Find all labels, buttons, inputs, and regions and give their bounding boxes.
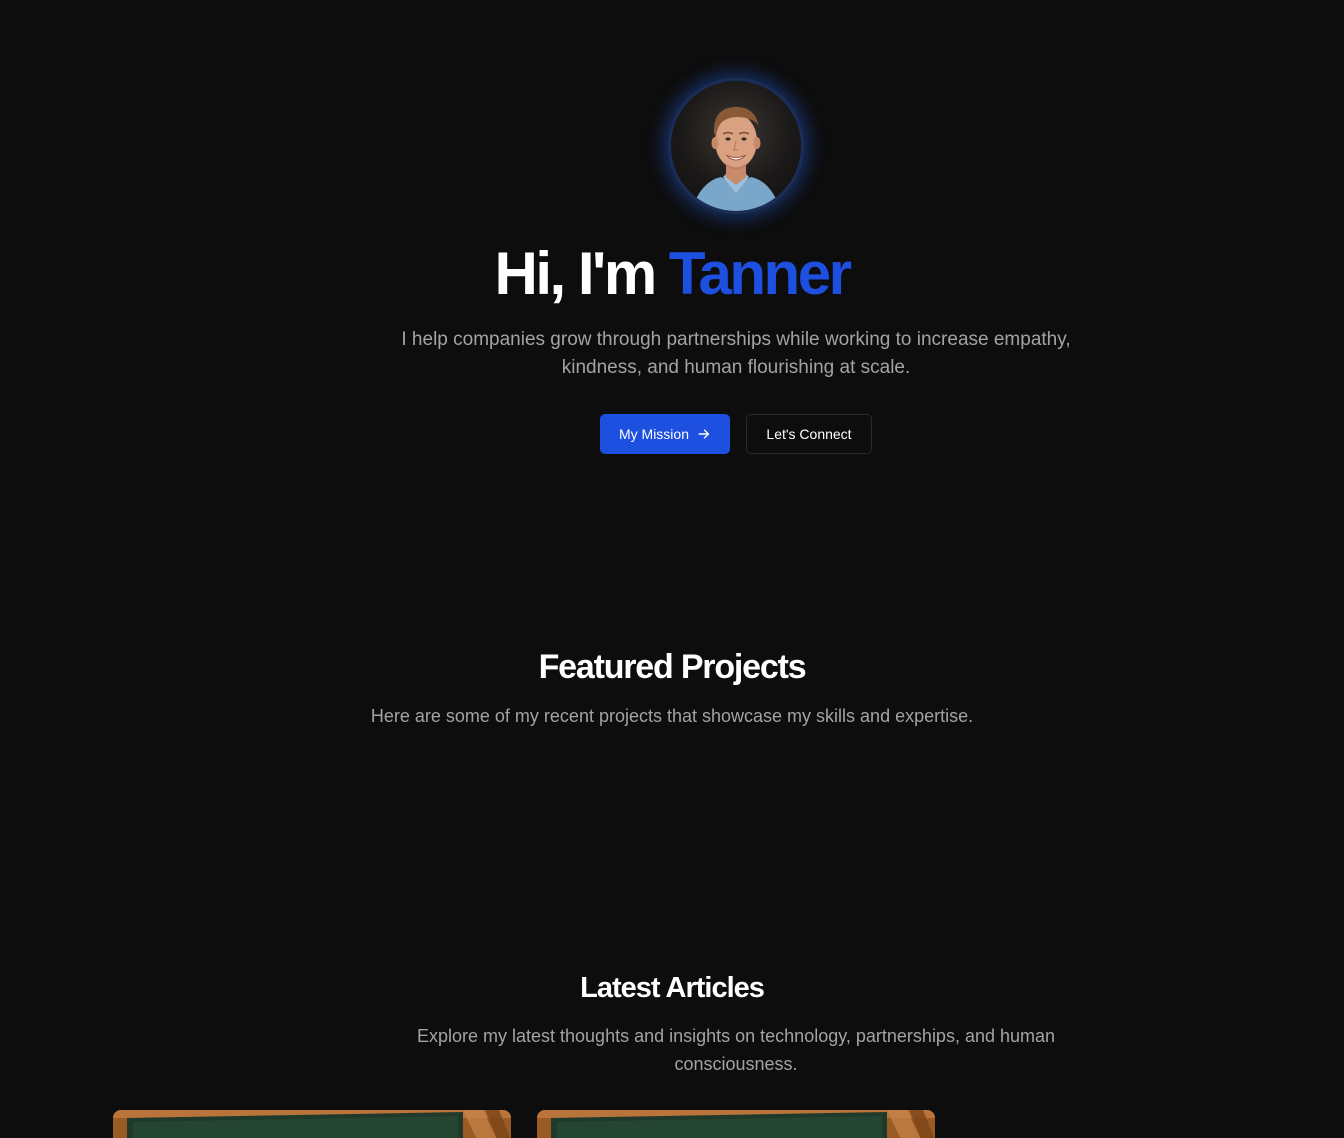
my-mission-button[interactable]: My Mission bbox=[600, 414, 730, 454]
lets-connect-button[interactable]: Let's Connect bbox=[746, 414, 872, 454]
my-mission-label: My Mission bbox=[618, 426, 689, 442]
hero-title-prefix: Hi, I'm bbox=[494, 240, 669, 307]
chalkboard-image-icon bbox=[537, 1110, 935, 1138]
lets-connect-label: Let's Connect bbox=[766, 426, 852, 442]
hero-subtitle: I help companies grow through partnershi… bbox=[401, 329, 1071, 378]
page: Hi, I'm Tanner I help companies grow thr… bbox=[0, 0, 1344, 1138]
hero-title: Hi, I'm Tanner bbox=[0, 238, 1344, 310]
arrow-right-icon bbox=[697, 427, 711, 441]
chalkboard-image-icon bbox=[113, 1110, 511, 1138]
person-portrait-icon bbox=[691, 106, 781, 211]
featured-projects-title: Featured Projects bbox=[538, 648, 807, 686]
latest-articles-title: Latest Articles bbox=[580, 972, 765, 1004]
article-card[interactable] bbox=[113, 1110, 511, 1138]
featured-projects-subtitle: Here are some of my recent projects that… bbox=[370, 706, 974, 726]
profile-photo bbox=[671, 81, 801, 211]
avatar bbox=[668, 78, 804, 214]
article-card[interactable] bbox=[537, 1110, 935, 1138]
hero-title-name: Tanner bbox=[668, 240, 852, 307]
latest-articles-subtitle: Explore my latest thoughts and insights … bbox=[416, 1026, 1056, 1074]
